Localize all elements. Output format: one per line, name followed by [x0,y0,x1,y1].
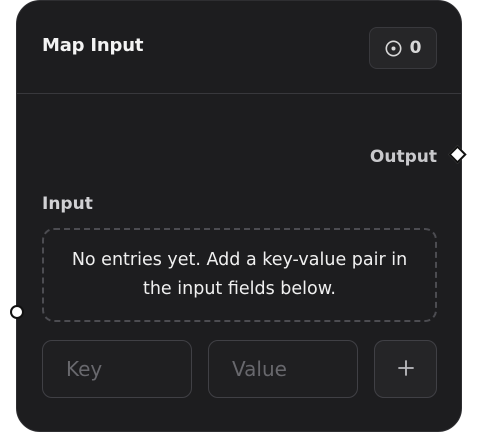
circle-dot-icon [385,40,402,57]
plus-icon [397,359,415,380]
input-label: Input [42,194,93,214]
empty-message-text: No entries yet. Add a key-value pair in … [71,250,408,299]
node-header: Map Input 0 [17,1,461,94]
empty-entries-message: No entries yet. Add a key-value pair in … [42,228,437,322]
key-input[interactable] [42,340,192,398]
value-input[interactable] [208,340,358,398]
count-value: 0 [409,38,422,58]
node-title: Map Input [42,35,144,56]
map-input-node[interactable]: Map Input 0 Output Input No entries yet.… [16,0,462,432]
input-handle[interactable] [10,305,24,319]
count-badge[interactable]: 0 [369,27,437,69]
add-entry-button[interactable] [374,340,437,398]
output-label: Output [369,147,437,167]
